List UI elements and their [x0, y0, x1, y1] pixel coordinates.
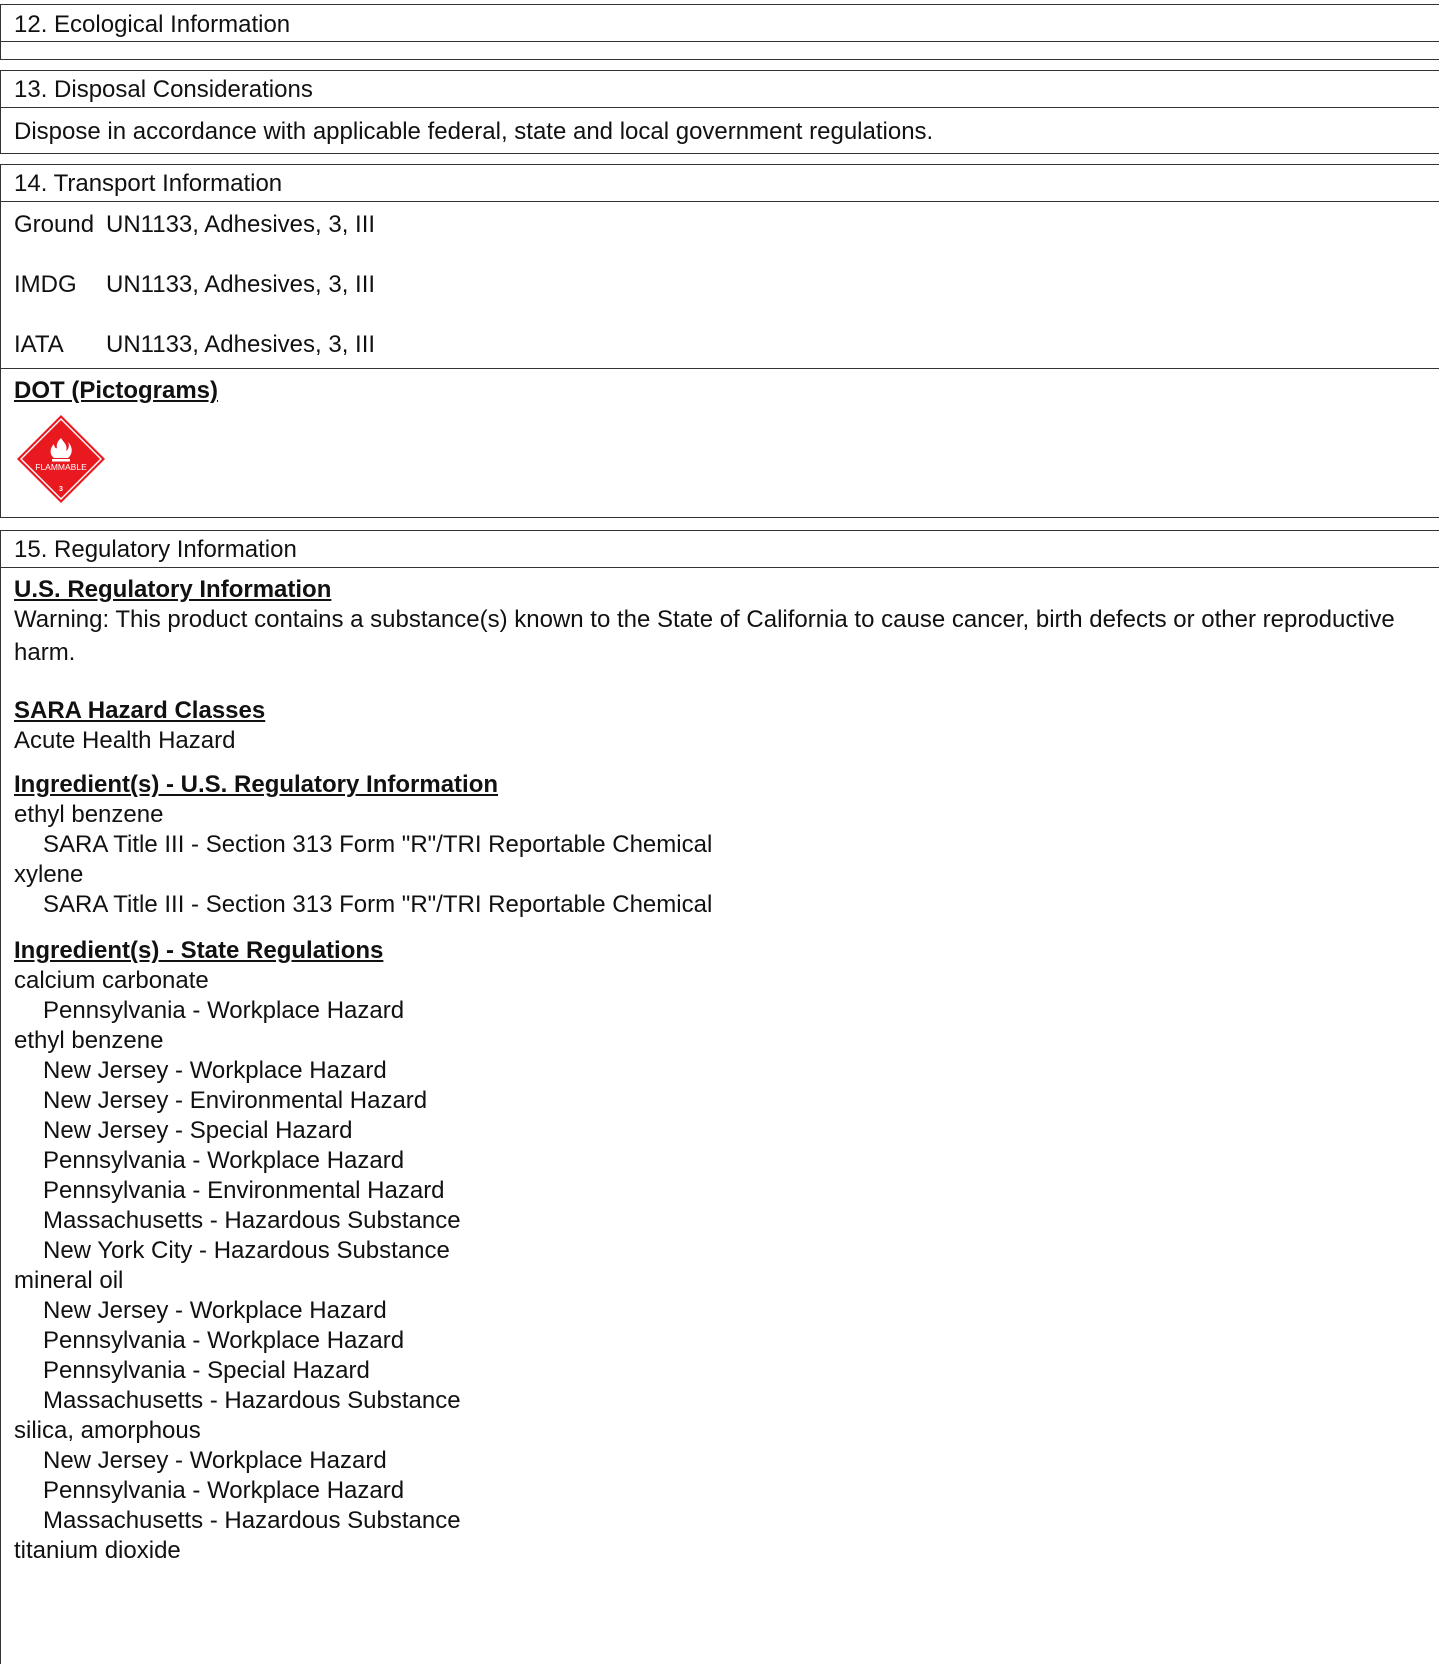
- regulation-item: Pennsylvania - Workplace Hazard: [43, 997, 405, 1024]
- disposal-text: Dispose in accordance with applicable fe…: [14, 118, 934, 145]
- us-regulatory-heading: U.S. Regulatory Information: [14, 576, 332, 603]
- ingredient-name: titanium dioxide: [14, 1537, 181, 1564]
- section-12-divider: [0, 41, 1439, 42]
- regulation-item: New Jersey - Workplace Hazard: [43, 1297, 387, 1324]
- ingredient-name: mineral oil: [14, 1267, 124, 1294]
- flammable-diamond-icon: FLAMMABLE 3: [16, 414, 106, 504]
- transport-mode: IATA: [14, 331, 64, 358]
- section-14-divider: [0, 201, 1439, 202]
- transport-mode: Ground: [14, 211, 95, 238]
- section-15-divider: [0, 567, 1439, 568]
- dot-divider: [0, 368, 1439, 369]
- regulation-item: Pennsylvania - Special Hazard: [43, 1357, 370, 1384]
- sara-heading: SARA Hazard Classes: [14, 697, 266, 724]
- section-12-heading: 12. Ecological Information: [14, 11, 291, 38]
- section-13-heading: 13. Disposal Considerations: [14, 76, 313, 103]
- transport-value: UN1133, Adhesives, 3, III: [106, 211, 376, 238]
- section-14-heading: 14. Transport Information: [14, 170, 283, 197]
- section-13-divider: [0, 107, 1439, 108]
- regulation-item: New Jersey - Workplace Hazard: [43, 1057, 387, 1084]
- ingredient-name: ethyl benzene: [14, 801, 164, 828]
- regulation-item: Pennsylvania - Workplace Hazard: [43, 1477, 405, 1504]
- california-warning: Warning: This product contains a substan…: [14, 606, 1395, 666]
- regulation-item: New Jersey - Special Hazard: [43, 1117, 353, 1144]
- ingredient-name: calcium carbonate: [14, 967, 209, 994]
- transport-mode: IMDG: [14, 271, 77, 298]
- regulation-item: Massachusetts - Hazardous Substance: [43, 1507, 461, 1534]
- regulation-item: New Jersey - Workplace Hazard: [43, 1447, 387, 1474]
- regulation-item: Pennsylvania - Workplace Hazard: [43, 1327, 405, 1354]
- regulation-item: Massachusetts - Hazardous Substance: [43, 1387, 461, 1414]
- section-15-heading: 15. Regulatory Information: [14, 536, 297, 563]
- regulation-item: New York City - Hazardous Substance: [43, 1237, 450, 1264]
- regulation-item: Massachusetts - Hazardous Substance: [43, 1207, 461, 1234]
- sara-text: Acute Health Hazard: [14, 727, 236, 754]
- ingredients-state-heading: Ingredient(s) - State Regulations: [14, 937, 384, 964]
- regulation-item: Pennsylvania - Workplace Hazard: [43, 1147, 405, 1174]
- transport-value: UN1133, Adhesives, 3, III: [106, 331, 376, 358]
- pictogram-class-number: 3: [59, 486, 63, 493]
- ingredients-us-heading: Ingredient(s) - U.S. Regulatory Informat…: [14, 771, 499, 798]
- regulation-item: SARA Title III - Section 313 Form "R"/TR…: [43, 891, 713, 918]
- ingredient-name: silica, amorphous: [14, 1417, 201, 1444]
- dot-pictograms-heading: DOT (Pictograms): [14, 377, 219, 404]
- ingredient-name: ethyl benzene: [14, 1027, 164, 1054]
- regulation-item: Pennsylvania - Environmental Hazard: [43, 1177, 445, 1204]
- pictogram-label: FLAMMABLE: [35, 462, 87, 472]
- ingredient-name: xylene: [14, 861, 84, 888]
- transport-value: UN1133, Adhesives, 3, III: [106, 271, 376, 298]
- regulation-item: SARA Title III - Section 313 Form "R"/TR…: [43, 831, 713, 858]
- regulation-item: New Jersey - Environmental Hazard: [43, 1087, 428, 1114]
